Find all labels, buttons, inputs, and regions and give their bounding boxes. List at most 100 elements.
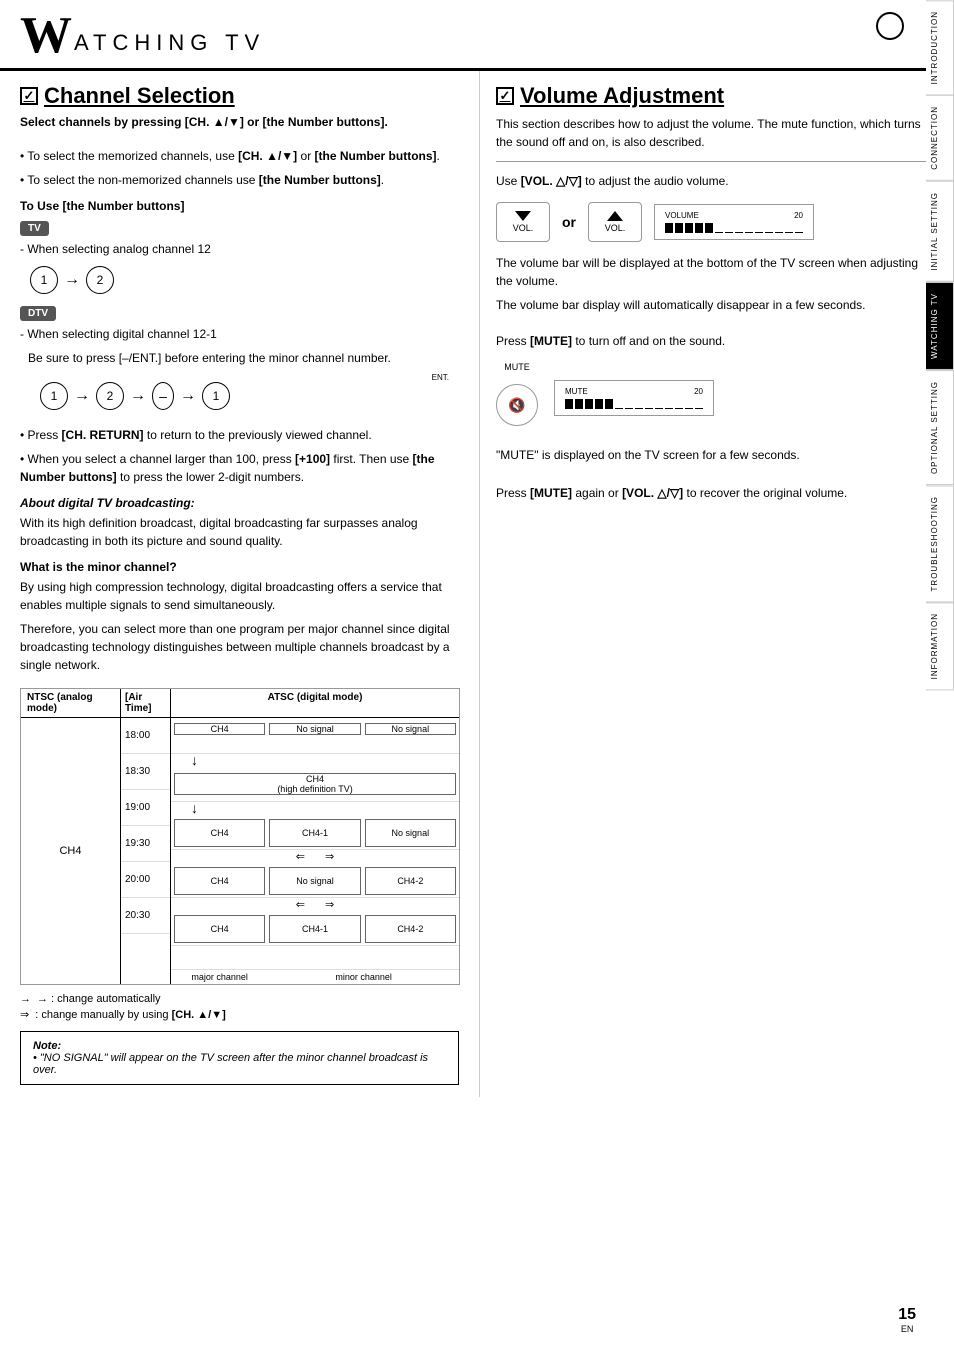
side-tab-introduction[interactable]: INTRODUCTION [926,0,954,95]
chart-ntsc-body: CH4 [21,718,121,984]
chart-legend: → → : change automatically ⇒ : change ma… [20,993,459,1021]
number-buttons-heading: To Use [the Number buttons] [20,199,459,213]
header-circle [876,12,904,40]
vol-down-btn: VOL. [496,202,550,242]
digital-note: Be sure to press [–/ENT.] before enterin… [28,349,459,367]
mute-bar-label: MUTE [565,387,588,396]
atsc-r5-c1: CH4 [174,915,265,943]
bar-seg-12 [775,223,783,233]
legend-manual-text: : change manually by using [CH. ▲/▼] [35,1009,226,1021]
bar-seg-5 [705,223,713,233]
minor-text2: Therefore, you can select more than one … [20,620,459,674]
bar-seg-9 [745,223,753,233]
right-column: Volume Adjustment This section describes… [480,71,954,1097]
side-tabs: INTRODUCTION CONNECTION INITIAL SETTING … [926,0,954,691]
mute-press-text: Press [MUTE] to turn off and on the soun… [496,332,934,350]
atsc-r5-c2: CH4-1 [269,915,360,943]
vol-label-down: VOL. [513,223,534,233]
bar-seg-7 [725,223,733,233]
arrow-d1: → [74,387,90,405]
btn-d1: 1 [40,382,68,410]
mute-bars [565,399,703,409]
analog-btn-sequence: 1 → 2 [30,266,459,294]
vol-bar-volume-label: VOLUME [665,211,699,220]
vol-bullet2: The volume bar display will automaticall… [496,296,934,314]
side-tab-initial-setting[interactable]: INITIAL SETTING [926,181,954,282]
analog-channel-text: - When selecting analog channel 12 [20,240,459,258]
chart-header: NTSC (analog mode) [Air Time] ATSC (digi… [21,689,459,718]
ch-return-bullet: • Press [CH. RETURN] to return to the pr… [20,426,459,444]
vol-diagram: VOL. or VOL. VOLUME 20 [496,202,934,242]
chart-air-header: [Air Time] [121,689,171,717]
minor-channel-label: minor channel [270,972,457,982]
side-tab-optional-setting[interactable]: OPTIONAL SETTING [926,370,954,485]
side-tab-troubleshooting[interactable]: TROUBLESHOOTING [926,485,954,602]
bar-seg-6 [715,223,723,233]
mute-bar-seg-13 [685,399,693,409]
side-tab-information[interactable]: INFORMATION [926,602,954,690]
chart-bottom-labels: major channel minor channel [171,970,459,984]
vol-divider [496,161,934,162]
side-tab-watching-tv[interactable]: WATCHING TV [926,282,954,370]
legend-manual-arrow: ⇒ [20,1008,29,1021]
bullet-memorized: • To select the memorized channels, use … [20,147,459,165]
vol-up-btn: VOL. [588,202,642,242]
bar-seg-3 [685,223,693,233]
mute-diagram: MUTE 🔇 MUTE 20 [496,362,934,434]
bar-seg-10 [755,223,763,233]
chart-ntsc-header: NTSC (analog mode) [21,689,121,717]
mute-bar-seg-7 [625,399,633,409]
atsc-r2: CH4(high definition TV) [171,766,459,802]
dtv-btn-sequence: 1 → 2 → – → 1 [40,382,459,410]
vol-bar-number: 20 [794,211,803,220]
arrow-d2: → [130,387,146,405]
atsc-r1-c2: No signal [269,723,360,735]
vol-label-up: VOL. [605,223,626,233]
btn-d3: 1 [202,382,230,410]
mute-bar-seg-1 [565,399,573,409]
mute-bar-seg-3 [585,399,593,409]
channel-subtitle: Select channels by pressing [CH. ▲/▼] or… [20,115,459,129]
air-time-3: 19:30 [121,826,170,862]
vol-up-triangle [607,211,623,221]
ent-label: ENT. [30,373,459,382]
air-time-0: 18:00 [121,718,170,754]
btn-d2: 2 [96,382,124,410]
atsc-r3-c3: No signal [365,819,456,847]
atsc-r3-c1: CH4 [174,819,265,847]
arrow-d3: → [180,387,196,405]
bar-seg-8 [735,223,743,233]
atsc-r4-c2: No signal [269,867,360,895]
left-column: Channel Selection Select channels by pre… [0,71,480,1097]
arrows-lr-1: ⇐⇒ [171,850,459,862]
arrows-lr-2: ⇐⇒ [171,898,459,910]
header-title: ATCHING TV [74,30,265,62]
legend-auto: → → : change automatically [20,993,459,1005]
plus100-bullet: • When you select a channel larger than … [20,450,459,486]
vol-bullet1: The volume bar will be displayed at the … [496,254,934,290]
mute-button: 🔇 [496,384,538,426]
minor-text1: By using high compression technology, di… [20,578,459,614]
mute-bar-seg-5 [605,399,613,409]
atsc-r5-c3: CH4-2 [365,915,456,943]
or-text: or [562,214,576,230]
tv-badge: TV [20,221,49,236]
bar-seg-14 [795,223,803,233]
mute-btn-group: MUTE 🔇 [496,362,538,434]
vol-down-triangle [515,211,531,221]
vol-intro: This section describes how to adjust the… [496,115,934,151]
mute-bar-number: 20 [694,387,703,396]
mute-bar-seg-11 [665,399,673,409]
arrow-1: → [64,271,80,289]
mute-bar-seg-12 [675,399,683,409]
bar-seg-1 [665,223,673,233]
atsc-r5: CH4 CH4-1 CH4-2 [171,910,459,946]
atsc-r2-merged: CH4(high definition TV) [174,773,456,795]
btn-1: 1 [30,266,58,294]
side-tab-connection[interactable]: CONNECTION [926,95,954,181]
volume-adjustment-title: Volume Adjustment [496,83,934,109]
air-time-4: 20:00 [121,862,170,898]
checkbox-icon [20,87,38,105]
bar-seg-13 [785,223,793,233]
page-lang: EN [898,1324,916,1334]
